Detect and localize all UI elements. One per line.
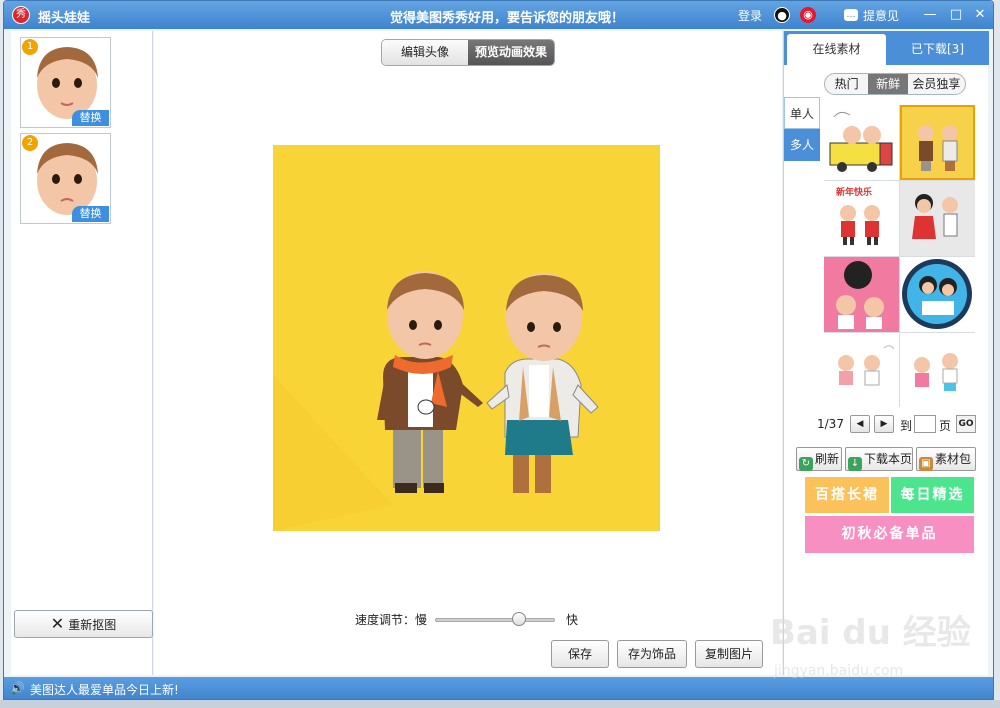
filter-vip[interactable]: 会员独享	[908, 74, 965, 94]
save-button[interactable]: 保存	[551, 640, 609, 668]
boy-figure	[377, 355, 483, 493]
preview-panel: 编辑头像 预览动画效果 速度调节：慢 快 保存 存为饰品 复制图片	[154, 31, 782, 675]
watermark-logo: Bai du 经验	[770, 613, 971, 653]
login-link[interactable]: 登录	[738, 7, 762, 24]
taskbar-strip	[0, 700, 1000, 708]
refresh-button[interactable]: ↻ 刷新	[796, 447, 842, 471]
mode-switch: 编辑头像 预览动画效果	[381, 39, 555, 66]
go-button[interactable]: GO	[956, 415, 976, 433]
tab-multi[interactable]: 多人	[784, 129, 820, 161]
speed-label: 速度调节：慢	[355, 613, 428, 627]
banner-autumn-items[interactable]: 初秋必备单品	[805, 516, 974, 553]
thumbnail-number-badge: 2	[22, 135, 38, 151]
head-list-panel: 1 替换 2 替换 ✕ 重新抠图	[11, 31, 153, 675]
app-title: 摇头娃娃	[38, 11, 91, 26]
title-bar: 秀 摇头娃娃 觉得美图秀秀好用，要告诉您的朋友哦！ 登录 ● ◉ … 提意见 —…	[4, 1, 993, 29]
material-thumbnail	[914, 353, 958, 391]
speed-slider-track[interactable]	[435, 618, 555, 622]
material-thumbnail	[912, 194, 958, 239]
banner-long-skirt[interactable]: 百搭长裙	[805, 477, 889, 513]
material-cell[interactable]	[900, 181, 975, 256]
page-number-input[interactable]	[914, 415, 936, 433]
speed-fast-label: 快	[566, 613, 579, 627]
close-x-icon: ✕	[50, 614, 65, 633]
girl-head	[506, 273, 583, 361]
weibo-icon[interactable]: ◉	[800, 7, 816, 23]
refresh-icon: ↻	[799, 457, 813, 471]
speed-slider-handle[interactable]	[512, 612, 526, 626]
material-pack-label: 素材包	[935, 452, 972, 466]
reclip-button[interactable]: ✕ 重新抠图	[14, 610, 153, 638]
goto-label: 到	[900, 419, 913, 433]
feedback-icon[interactable]: …	[844, 9, 858, 21]
boy-head	[387, 271, 464, 359]
page-unit-label: 页	[939, 419, 952, 433]
new-year-text: 新年快乐	[836, 188, 873, 198]
animation-preview-canvas	[273, 145, 660, 531]
copy-image-button[interactable]: 复制图片	[695, 640, 763, 668]
watermark-url: jingyan.baidu.com	[774, 663, 904, 679]
girl-figure	[486, 358, 599, 493]
status-message[interactable]: 美图达人最爱单品今日上新!	[30, 681, 179, 698]
minimize-button[interactable]: —	[921, 6, 939, 24]
material-thumbnail	[836, 261, 884, 329]
material-pack-button[interactable]: ▣ 素材包	[916, 447, 976, 471]
material-thumbnail	[838, 345, 895, 386]
material-thumbnail	[918, 125, 958, 171]
material-tabs: 在线素材 已下载[3]	[784, 31, 989, 65]
head-thumbnail[interactable]: 1 替换	[20, 37, 111, 128]
download-icon: ↓	[848, 457, 862, 471]
page-indicator: 1/37	[817, 417, 844, 431]
speaker-icon: 🔊	[10, 681, 25, 695]
app-window: 秀 摇头娃娃 觉得美图秀秀好用，要告诉您的朋友哦！ 登录 ● ◉ … 提意见 —…	[3, 0, 994, 700]
download-page-label: 下载本页	[864, 452, 913, 466]
baidu-watermark: Bai du 经验 jingyan.baidu.com	[770, 605, 993, 685]
material-grid: 新年快乐	[824, 105, 975, 408]
head-thumbnail[interactable]: 2 替换	[20, 133, 111, 224]
filter-new[interactable]: 新鲜	[868, 74, 908, 94]
tab-single[interactable]: 单人	[784, 97, 820, 129]
tab-online-materials[interactable]: 在线素材	[787, 34, 886, 65]
banner-daily-pick[interactable]: 每日精选	[891, 477, 974, 513]
filter-hot[interactable]: 热门	[825, 74, 868, 94]
download-page-button[interactable]: ↓ 下载本页	[845, 447, 913, 471]
close-button[interactable]: ✕	[971, 6, 989, 24]
save-as-decoration-button[interactable]: 存为饰品	[617, 640, 687, 668]
material-cell-selected[interactable]	[900, 105, 975, 180]
tab-preview-animation[interactable]: 预览动画效果	[468, 40, 554, 65]
maximize-button[interactable]: □	[947, 6, 965, 24]
material-cell[interactable]	[824, 333, 899, 408]
material-thumbnail	[829, 111, 893, 172]
tab-edit-head[interactable]: 编辑头像	[382, 40, 468, 65]
next-page-button[interactable]: ▶	[874, 415, 894, 433]
replace-button[interactable]: 替换	[72, 110, 109, 126]
material-cell[interactable]	[824, 257, 899, 332]
material-filter: 热门 新鲜 会员独享	[824, 73, 966, 95]
material-thumbnail	[902, 259, 972, 329]
thumbnail-number-badge: 1	[22, 39, 38, 55]
prev-page-button[interactable]: ◀	[850, 415, 870, 433]
qq-icon[interactable]: ●	[774, 7, 790, 23]
bobblehead-illustration	[273, 271, 599, 531]
tab-downloaded[interactable]: 已下载[3]	[889, 34, 986, 65]
material-cell[interactable]	[824, 105, 899, 180]
material-panel: 在线素材 已下载[3] 热门 新鲜 会员独享 单人 多人 新年快乐 1/37 ◀…	[783, 31, 989, 675]
package-icon: ▣	[919, 457, 933, 471]
refresh-label: 刷新	[815, 452, 840, 466]
material-cell[interactable]	[900, 333, 975, 408]
slogan-text: 觉得美图秀秀好用，要告诉您的朋友哦！	[390, 11, 625, 26]
replace-button[interactable]: 替换	[72, 206, 109, 222]
app-logo-icon: 秀	[12, 6, 30, 24]
material-cell[interactable]	[900, 257, 975, 332]
feedback-link[interactable]: 提意见	[863, 7, 899, 24]
reclip-label: 重新抠图	[68, 618, 117, 632]
material-cell[interactable]: 新年快乐	[824, 181, 899, 256]
